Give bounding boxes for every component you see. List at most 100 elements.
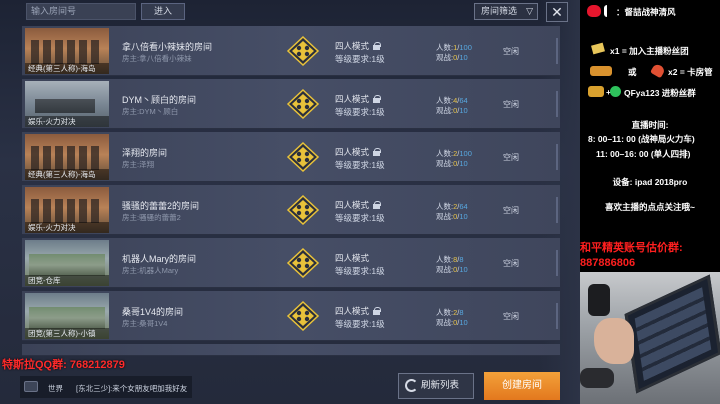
streamer-camera — [580, 272, 720, 404]
tablet-device — [624, 274, 720, 394]
room-status: 空闲 — [503, 100, 519, 109]
chat-icon[interactable] — [24, 381, 38, 392]
watchers-max: 10 — [459, 265, 468, 274]
lock-icon — [373, 148, 382, 156]
room-row[interactable]: 经典(第三人称)-海岛 拿八倍看小辣妹的房间 房主:拿八倍看小辣妹 四人模式 等级要求:… — [22, 26, 560, 76]
watchers-value: 0 — [453, 53, 458, 62]
players-max: 100 — [459, 149, 472, 158]
map-thumbnail: 经典(第三人称)-海岛 — [25, 28, 109, 74]
watchers-prefix: 观战: — [436, 265, 454, 274]
map-label: 团竞(第三人称)-小镇 — [25, 328, 109, 339]
room-admin-line: x2 = 卡房管 — [668, 67, 713, 77]
squad-mode-icon — [286, 300, 320, 332]
team-mode: 四人模式 — [335, 305, 382, 317]
close-button[interactable]: ✕ — [546, 2, 568, 22]
room-status: 空闲 — [503, 47, 519, 56]
watchers-prefix: 观战: — [436, 53, 454, 62]
level-requirement: 等级要求:1级 — [335, 160, 385, 170]
map-thumbnail: 团竞(第三人称)-小镇 — [25, 293, 109, 339]
refresh-list-button[interactable]: 刷新列表 — [398, 373, 474, 399]
players-max: 8 — [459, 255, 464, 264]
room-number-input[interactable]: 输入房间号 — [26, 3, 136, 20]
watchers-prefix: 观战: — [436, 318, 454, 327]
players-value: 2 — [453, 308, 458, 317]
players-value: 4 — [453, 96, 458, 105]
create-room-button[interactable]: 创建房间 — [484, 372, 560, 400]
squad-mode-icon — [286, 35, 320, 67]
watchers-value: 0 — [453, 318, 458, 327]
squad-mode-icon — [286, 141, 320, 173]
streamer-handle: ：督喆战神清风 — [616, 7, 676, 17]
team-mode: 四人模式 — [335, 252, 369, 264]
players-value: 8 — [453, 255, 458, 264]
valuation-group-number: 887886806 — [580, 257, 636, 269]
watcher-count: 观战:0/10 — [436, 212, 468, 221]
squad-mode-icon — [286, 88, 320, 120]
map-label: 团竞-仓库 — [25, 275, 109, 286]
watchers-max: 10 — [459, 106, 468, 115]
watchers-max: 10 — [459, 318, 468, 327]
watchers-max: 10 — [459, 53, 468, 62]
map-thumbnail: 团竞-仓库 — [25, 240, 109, 286]
level-requirement: 等级要求:1级 — [335, 54, 385, 64]
team-mode-label: 四人模式 — [335, 41, 370, 51]
lock-icon — [373, 307, 382, 315]
level-requirement: 等级要求:1级 — [335, 266, 385, 276]
room-owner: 房主:泽翔 — [122, 160, 155, 169]
top-bar: 输入房间号 进入 房间筛选 ▽ ✕ — [0, 0, 580, 24]
map-label: 经典(第三人称)-海岛 — [25, 169, 109, 180]
room-owner: 房主:机器人Mary — [122, 266, 179, 275]
room-filter-label: 房间筛选 — [481, 6, 518, 16]
watchers-prefix: 观战: — [436, 212, 454, 221]
room-name: 泽翔的房间 — [122, 148, 168, 158]
watchers-value: 0 — [453, 265, 458, 274]
level-requirement: 等级要求:1级 — [335, 107, 385, 117]
schedule-slot-2: 11: 00–16: 00 (单人四排) — [596, 149, 691, 159]
chat-channel: 世界 — [48, 384, 63, 393]
team-mode-label: 四人模式 — [335, 94, 370, 104]
players-max: 100 — [459, 43, 472, 52]
room-row[interactable]: 经典(第三人称)-海岛 泽翔的房间 房主:泽翔 四人模式 等级要求:1级 人数:2/100… — [22, 132, 560, 182]
room-owner: 房主:DYM丶顾白 — [122, 107, 179, 116]
watcher-count: 观战:0/10 — [436, 53, 468, 62]
map-label: 娱乐-火力对决 — [25, 116, 109, 127]
room-filter-dropdown[interactable]: 房间筛选 ▽ — [474, 3, 538, 20]
watchers-prefix: 观战: — [436, 159, 454, 168]
room-row[interactable]: 团竞(第三人称)-小镇 桑哥1V4的房间 房主:桑哥1V4 四人模式 等级要求:1级 人数… — [22, 291, 560, 341]
room-row[interactable]: 团竞-仓库 机器人Mary的房间 房主:机器人Mary 四人模式 等级要求:1级 人数:8… — [22, 238, 560, 288]
room-row[interactable]: 娱乐-火力对决 DYM丶顾白的房间 房主:DYM丶顾白 四人模式 等级要求:1级 人数:4… — [22, 79, 560, 129]
team-mode: 四人模式 — [335, 146, 382, 158]
level-requirement: 等级要求:1级 — [335, 213, 385, 223]
row-divider — [556, 38, 558, 64]
room-name: 桑哥1V4的房间 — [122, 307, 184, 317]
room-name: 机器人Mary的房间 — [122, 254, 196, 264]
qq-group-overlay: 特斯拉QQ群: 768212879 — [2, 359, 125, 371]
team-mode-label: 四人模式 — [335, 147, 370, 157]
game-screen: 输入房间号 进入 房间筛选 ▽ ✕ 经典(第三人称)-海岛 拿八倍看小辣妹的房间房… — [0, 0, 580, 404]
team-mode-label: 四人模式 — [335, 306, 370, 316]
map-label: 经典(第三人称)-海岛 — [25, 63, 109, 74]
team-mode: 四人模式 — [335, 40, 382, 52]
players-prefix: 人数: — [436, 255, 454, 264]
players-max: 8 — [459, 308, 464, 317]
squad-mode-icon — [286, 194, 320, 226]
players-prefix: 人数: — [436, 308, 454, 317]
players-max: 64 — [459, 202, 468, 211]
players-prefix: 人数: — [436, 43, 454, 52]
room-status: 空闲 — [503, 312, 519, 321]
players-max: 64 — [459, 96, 468, 105]
players-prefix: 人数: — [436, 149, 454, 158]
room-status: 空闲 — [503, 259, 519, 268]
refresh-icon — [405, 379, 418, 392]
room-list: 经典(第三人称)-海岛 拿八倍看小辣妹的房间 房主:拿八倍看小辣妹 四人模式 等级要求:… — [22, 26, 560, 356]
map-thumbnail: 娱乐-火力对决 — [25, 187, 109, 233]
room-row[interactable]: 娱乐-火力对决 骚骚的蕾蕾2的房间 房主:骚骚的蕾蕾2 四人模式 等级要求:1级 人数:2… — [22, 185, 560, 235]
row-divider — [556, 144, 558, 170]
row-divider — [556, 250, 558, 276]
streamer-panel: ：督喆战神清风 x1 = 加入主播粉丝团 或 x2 = 卡房管 + QFya12… — [580, 0, 720, 404]
enter-button[interactable]: 进入 — [141, 3, 185, 20]
room-row-partial[interactable] — [22, 344, 560, 356]
team-mode-label: 四人模式 — [335, 200, 370, 210]
room-owner: 房主:桑哥1V4 — [122, 319, 168, 328]
chat-message: [东北三少]:来个女朋友吧加我好友 — [76, 384, 188, 393]
